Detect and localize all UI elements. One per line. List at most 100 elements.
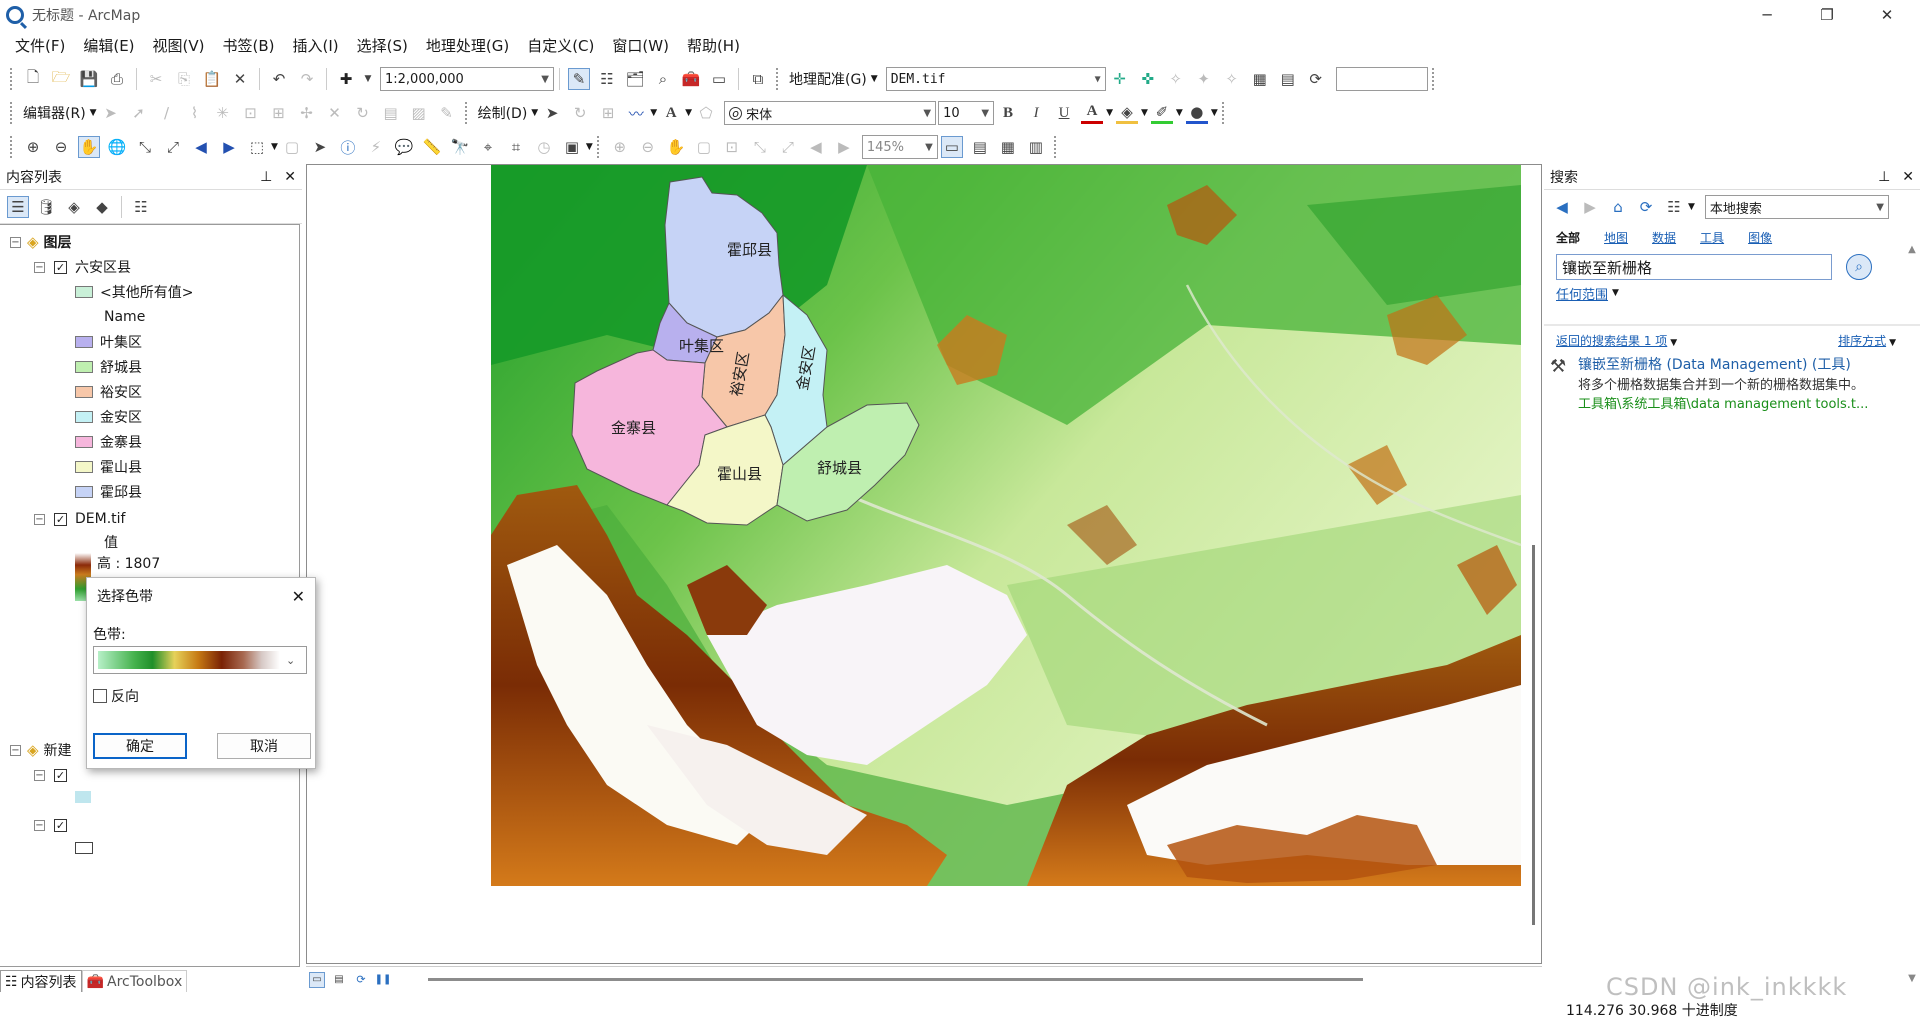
- layer-row-hidden-2[interactable]: − ✓: [34, 814, 67, 836]
- fixed-zoom-out-icon[interactable]: ⤢: [162, 136, 184, 158]
- edit-annotation-icon[interactable]: ➚: [128, 102, 150, 124]
- layer-visibility-checkbox[interactable]: ✓: [54, 260, 67, 274]
- change-layout-icon[interactable]: ▦: [997, 136, 1019, 158]
- color-ramp-combo[interactable]: ⌄: [93, 646, 307, 674]
- scrollbar-thumb[interactable]: [1532, 545, 1535, 925]
- legend-class-row[interactable]: 叶集区: [75, 331, 142, 353]
- toolbar-grip[interactable]: [1053, 136, 1059, 158]
- python-window-icon[interactable]: ▭: [708, 68, 730, 90]
- clear-selection-icon[interactable]: ▢: [281, 136, 303, 158]
- create-features-icon[interactable]: ✎: [436, 102, 458, 124]
- paste-icon[interactable]: 📋: [201, 68, 223, 90]
- close-button[interactable]: ✕: [1864, 0, 1910, 30]
- find-route-icon[interactable]: ⌖: [477, 136, 499, 158]
- cut-icon[interactable]: ✂: [145, 68, 167, 90]
- toolbar-grip[interactable]: [1221, 102, 1227, 124]
- point-icon[interactable]: ✳: [212, 102, 234, 124]
- home-icon[interactable]: ⌂: [1607, 196, 1629, 218]
- georef-layer-combo[interactable]: DEM.tif ▼: [885, 67, 1106, 91]
- layer-visibility-checkbox[interactable]: ✓: [54, 768, 67, 782]
- layout-zoom-out-icon[interactable]: ⊖: [637, 136, 659, 158]
- layer-visibility-checkbox[interactable]: ✓: [54, 818, 67, 832]
- select-elements-icon[interactable]: ➤: [541, 102, 563, 124]
- legend-swatch[interactable]: [75, 791, 91, 803]
- html-popup-icon[interactable]: 💬: [393, 136, 415, 158]
- add-data-icon[interactable]: ✚: [335, 68, 357, 90]
- zoom-whole-page-icon[interactable]: ⊞: [597, 102, 619, 124]
- view-link-table-icon[interactable]: ▦: [1249, 68, 1271, 90]
- close-icon[interactable]: ✕: [292, 587, 305, 606]
- delete-icon[interactable]: ✕: [229, 68, 251, 90]
- collapse-icon[interactable]: −: [10, 744, 21, 756]
- find-icon[interactable]: 🔭: [449, 136, 471, 158]
- hyperlink-icon[interactable]: ⚡: [365, 136, 387, 158]
- underline-button[interactable]: U: [1053, 102, 1075, 124]
- legend-swatch[interactable]: [75, 842, 93, 854]
- select-elements-icon[interactable]: ➤: [309, 136, 331, 158]
- delete-link-icon[interactable]: ✧: [1221, 68, 1243, 90]
- bold-button[interactable]: B: [997, 102, 1019, 124]
- model-builder-icon[interactable]: ⧉: [747, 68, 769, 90]
- legend-class-row[interactable]: 霍邱县: [75, 481, 142, 503]
- toggle-draft-icon[interactable]: ▭: [940, 136, 963, 158]
- select-link-icon[interactable]: ✧: [1165, 68, 1187, 90]
- marker-color-icon[interactable]: ●: [1185, 102, 1208, 124]
- full-extent-icon[interactable]: 🌐: [106, 136, 128, 158]
- list-by-visibility-icon[interactable]: ◈: [63, 196, 85, 218]
- drawing-menu[interactable]: 绘制(D): [478, 103, 528, 123]
- georeferencing-menu[interactable]: 地理配准(G): [789, 69, 867, 89]
- editor-menu[interactable]: 编辑器(R): [23, 103, 86, 123]
- font-color-icon[interactable]: A: [1081, 102, 1104, 124]
- reshape-icon[interactable]: ⊞: [268, 102, 290, 124]
- dem-raster-map[interactable]: 霍邱县 叶集区 裕安区 金安区 金寨县 霍山县 舒城县: [307, 165, 1542, 964]
- zoom-whole-page-icon[interactable]: ▢: [693, 136, 715, 158]
- search-go-icon[interactable]: ⌕: [1846, 254, 1872, 280]
- forward-arrow-icon[interactable]: ▶: [218, 136, 240, 158]
- search-window-icon[interactable]: ⌕: [652, 68, 674, 90]
- redo-icon[interactable]: ↷: [296, 68, 318, 90]
- fixed-zoom-out-icon[interactable]: ⤢: [777, 136, 799, 158]
- line-color-icon[interactable]: ✐: [1150, 102, 1173, 124]
- layer-row-liuan[interactable]: − ✓ 六安区县: [34, 256, 131, 278]
- save-icon[interactable]: 💾: [78, 68, 100, 90]
- toolbar-grip[interactable]: [596, 136, 602, 158]
- legend-class-row[interactable]: 舒城县: [75, 356, 142, 378]
- back-icon[interactable]: ◀: [1551, 196, 1573, 218]
- create-viewer-icon[interactable]: ▣: [561, 136, 583, 158]
- rotate-angle-input[interactable]: [1335, 67, 1428, 91]
- undo-icon[interactable]: ↶: [268, 68, 290, 90]
- table-of-contents-icon[interactable]: ☷: [596, 68, 618, 90]
- search-result-item[interactable]: ⚒ 镶嵌至新栅格 (Data Management) (工具) 将多个栅格数据集…: [1550, 354, 1910, 412]
- collapse-icon[interactable]: −: [34, 769, 45, 781]
- time-slider-icon[interactable]: ◷: [533, 136, 555, 158]
- shape-tool-icon[interactable]: ⬠: [695, 102, 717, 124]
- menu-edit[interactable]: 编辑(E): [83, 35, 134, 56]
- print-icon[interactable]: ⎙: [106, 68, 128, 90]
- legend-other-values[interactable]: <其他所有值>: [75, 281, 193, 303]
- sort-by-link[interactable]: 排序方式: [1838, 334, 1886, 348]
- line-tool-icon[interactable]: 〰: [625, 102, 647, 124]
- search-scope-combo[interactable]: 本地搜索 ▼: [1704, 195, 1889, 219]
- rotate-icon[interactable]: ⟳: [1305, 68, 1327, 90]
- menu-bookmarks[interactable]: 书签(B): [223, 35, 275, 56]
- filter-images[interactable]: 图像: [1748, 229, 1772, 246]
- toolbar-grip[interactable]: [10, 68, 15, 90]
- menu-windows[interactable]: 窗口(W): [612, 35, 669, 56]
- straight-segment-icon[interactable]: ∕: [156, 102, 178, 124]
- edit-vertices-icon[interactable]: ⊡: [240, 102, 262, 124]
- toolbar-grip[interactable]: [1431, 68, 1437, 90]
- layer-visibility-checkbox[interactable]: ✓: [54, 512, 67, 526]
- collapse-icon[interactable]: −: [10, 236, 21, 248]
- collapse-icon[interactable]: −: [34, 513, 45, 525]
- forward-icon[interactable]: ▶: [1579, 196, 1601, 218]
- rotate-element-icon[interactable]: ↻: [569, 102, 591, 124]
- add-data-dropdown-icon[interactable]: ▼: [363, 68, 373, 90]
- zoom-in-icon[interactable]: ⊕: [22, 136, 44, 158]
- layer-row-hidden-1[interactable]: − ✓: [34, 764, 67, 786]
- scroll-up-icon[interactable]: ▲: [1906, 244, 1918, 255]
- layout-view-icon[interactable]: ▤: [331, 972, 347, 988]
- data-frame-new-row[interactable]: − ◈ 新建: [10, 739, 72, 761]
- legend-swatch[interactable]: [75, 411, 93, 423]
- refresh-icon[interactable]: ⟳: [1635, 196, 1657, 218]
- go-to-xy-icon[interactable]: ⌗: [505, 136, 527, 158]
